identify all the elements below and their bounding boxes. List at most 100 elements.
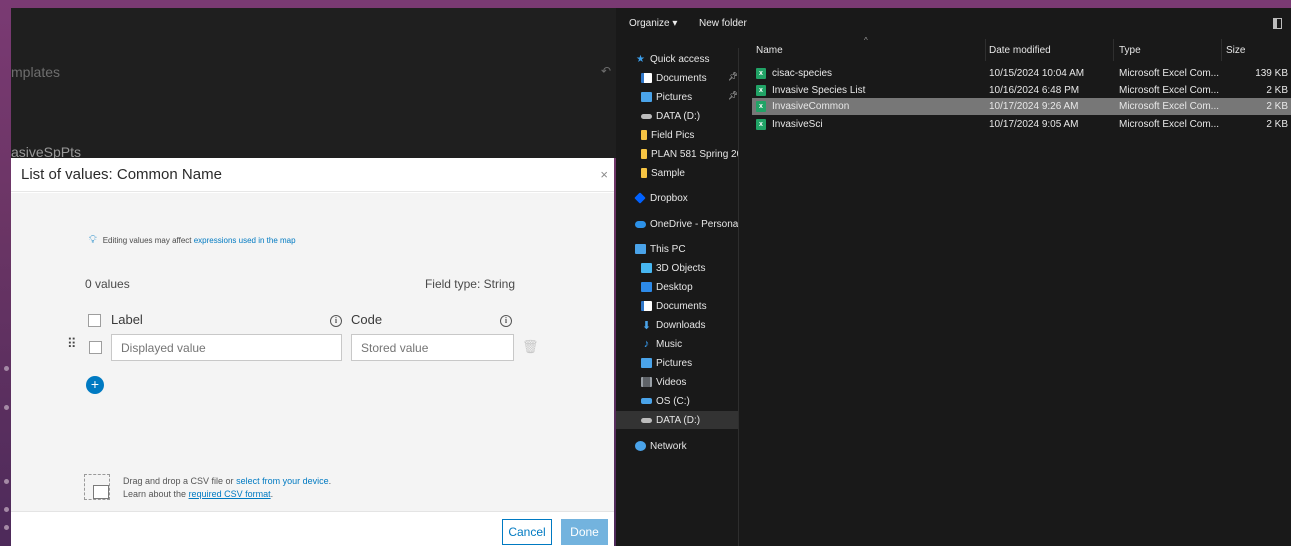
file-row[interactable]: x Invasive Species List 10/16/2024 6:48 … bbox=[752, 82, 1291, 99]
nav-item-data-drive-pc[interactable]: DATA (D:) bbox=[616, 411, 738, 429]
code-input[interactable] bbox=[351, 334, 514, 361]
nav-item-onedrive[interactable]: OneDrive - Personal bbox=[616, 215, 738, 233]
file-type: Microsoft Excel Com... bbox=[1119, 85, 1220, 96]
column-header-type[interactable]: Type bbox=[1119, 45, 1141, 56]
code-column-header: Code bbox=[351, 312, 383, 327]
nav-item-documents[interactable]: Documents 📌︎ bbox=[616, 69, 739, 87]
excel-file-icon: x bbox=[756, 85, 766, 96]
file-type: Microsoft Excel Com... bbox=[1119, 119, 1220, 130]
file-size: 2 KB bbox=[1266, 85, 1288, 96]
column-divider[interactable] bbox=[1221, 39, 1222, 61]
column-header-name[interactable]: Name bbox=[756, 45, 783, 56]
star-icon: ★ bbox=[636, 53, 645, 65]
file-row[interactable]: x cisac-species 10/15/2024 10:04 AM Micr… bbox=[752, 65, 1291, 82]
hint-text: Editing values may affect expressions us… bbox=[102, 236, 296, 245]
nav-item-desktop[interactable]: Desktop bbox=[616, 278, 738, 296]
nav-item-pictures[interactable]: Pictures 📌︎ bbox=[616, 88, 739, 106]
csv-upload-text: Drag and drop a CSV file or select from … bbox=[123, 476, 332, 499]
nav-item-os-drive[interactable]: OS (C:) bbox=[616, 392, 738, 410]
drag-handle-icon[interactable]: ⠿ bbox=[67, 337, 77, 355]
documents-icon bbox=[641, 73, 652, 83]
pin-icon: 📌︎ bbox=[728, 72, 739, 81]
value-row: ⠿ 🗑︎ bbox=[67, 334, 547, 361]
info-icon[interactable]: i bbox=[330, 315, 342, 327]
nav-item-videos[interactable]: Videos bbox=[616, 373, 738, 391]
videos-icon bbox=[641, 377, 652, 387]
file-type: Microsoft Excel Com... bbox=[1119, 101, 1220, 112]
lightbulb-icon: 💡︎ bbox=[89, 234, 97, 246]
file-date: 10/16/2024 6:48 PM bbox=[989, 85, 1080, 96]
excel-file-icon: x bbox=[756, 68, 766, 79]
nav-item-documents-pc[interactable]: Documents bbox=[616, 297, 738, 315]
list-of-values-dialog: List of values: Common Name × 💡︎ Editing… bbox=[11, 158, 614, 546]
column-divider[interactable] bbox=[985, 39, 986, 61]
drive-icon bbox=[641, 113, 652, 119]
pin-icon: 📌︎ bbox=[728, 91, 739, 100]
select-from-device-link[interactable]: select from your device bbox=[236, 476, 329, 486]
expressions-link[interactable]: expressions used in the map bbox=[194, 236, 296, 245]
dialog-title: List of values: Common Name bbox=[21, 166, 222, 183]
file-name: InvasiveCommon bbox=[772, 101, 850, 112]
nav-item-data-drive[interactable]: DATA (D:) bbox=[616, 107, 738, 125]
column-divider[interactable] bbox=[1113, 39, 1114, 61]
nav-item-network[interactable]: Network bbox=[616, 437, 738, 455]
dialog-header: List of values: Common Name × bbox=[11, 158, 614, 192]
close-icon[interactable]: × bbox=[600, 167, 608, 182]
file-row[interactable]: x InvasiveSci 10/17/2024 9:05 AM Microso… bbox=[752, 116, 1291, 133]
column-header-size[interactable]: Size bbox=[1226, 45, 1245, 56]
select-all-checkbox[interactable] bbox=[88, 314, 101, 327]
nav-item-quick-access[interactable]: ★ Quick access bbox=[616, 50, 738, 68]
onedrive-icon bbox=[635, 220, 646, 228]
preview-pane-icon[interactable] bbox=[1273, 18, 1282, 29]
file-name: cisac-species bbox=[772, 68, 833, 79]
downloads-icon: ⬇ bbox=[641, 319, 652, 332]
add-value-button[interactable]: + bbox=[86, 376, 104, 394]
csv-format-link[interactable]: required CSV format bbox=[189, 489, 271, 499]
trash-icon[interactable]: 🗑︎ bbox=[522, 339, 539, 355]
nav-item-pictures-pc[interactable]: Pictures bbox=[616, 354, 738, 372]
layer-name: asiveSpPts bbox=[11, 144, 82, 158]
undo-icon[interactable]: ↶ bbox=[601, 64, 611, 78]
nav-item-field-pics[interactable]: Field Pics bbox=[616, 126, 738, 144]
row-checkbox[interactable] bbox=[89, 341, 102, 354]
nav-item-this-pc[interactable]: This PC bbox=[616, 240, 738, 258]
nav-item-plan-581[interactable]: PLAN 581 Spring 20 bbox=[616, 145, 738, 163]
cancel-button[interactable]: Cancel bbox=[502, 519, 552, 545]
folder-icon bbox=[641, 149, 647, 159]
nav-item-dropbox[interactable]: Dropbox bbox=[616, 189, 738, 207]
drive-icon bbox=[641, 417, 652, 423]
nav-item-music[interactable]: ♪ Music bbox=[616, 335, 738, 353]
organize-button[interactable]: Organize ▾ bbox=[629, 18, 677, 29]
documents-icon bbox=[641, 301, 652, 311]
folder-icon bbox=[641, 130, 647, 140]
file-row[interactable]: x InvasiveCommon 10/17/2024 9:26 AM Micr… bbox=[752, 98, 1291, 115]
field-type: Field type: String bbox=[424, 277, 515, 291]
info-icon[interactable]: i bbox=[500, 315, 512, 327]
label-column-header: Label bbox=[111, 312, 143, 327]
background-app-panel: mplates ↶ asiveSpPts bbox=[11, 8, 616, 158]
folder-icon bbox=[641, 168, 647, 178]
navigation-pane: ★ Quick access Documents 📌︎ Pictures 📌︎ D… bbox=[616, 48, 739, 546]
nav-item-3d-objects[interactable]: 3D Objects bbox=[616, 259, 738, 277]
file-name: Invasive Species List bbox=[772, 85, 866, 96]
label-input[interactable] bbox=[111, 334, 342, 361]
values-table-header: Label i Code i bbox=[88, 311, 528, 329]
file-name: InvasiveSci bbox=[772, 119, 823, 130]
new-folder-button[interactable]: New folder bbox=[699, 18, 747, 29]
os-drive-icon bbox=[641, 398, 652, 404]
column-header-date[interactable]: Date modified bbox=[989, 45, 1051, 56]
editing-hint: 💡︎ Editing values may affect expressions… bbox=[89, 234, 296, 247]
dialog-body: 💡︎ Editing values may affect expressions… bbox=[11, 193, 614, 511]
file-size: 2 KB bbox=[1266, 101, 1288, 112]
done-button[interactable]: Done bbox=[561, 519, 608, 545]
file-type: Microsoft Excel Com... bbox=[1119, 68, 1220, 79]
excel-file-icon: x bbox=[756, 101, 766, 112]
file-size: 139 KB bbox=[1255, 68, 1288, 79]
file-date: 10/17/2024 9:05 AM bbox=[989, 119, 1079, 130]
nav-item-downloads[interactable]: ⬇ Downloads bbox=[616, 316, 738, 334]
nav-item-sample[interactable]: Sample bbox=[616, 164, 738, 182]
templates-heading: mplates bbox=[11, 64, 61, 80]
network-icon bbox=[635, 441, 646, 451]
value-count: 0 values bbox=[85, 277, 130, 291]
file-explorer-window: Organize ▾ New folder ★ Quick access Docu… bbox=[616, 8, 1291, 546]
